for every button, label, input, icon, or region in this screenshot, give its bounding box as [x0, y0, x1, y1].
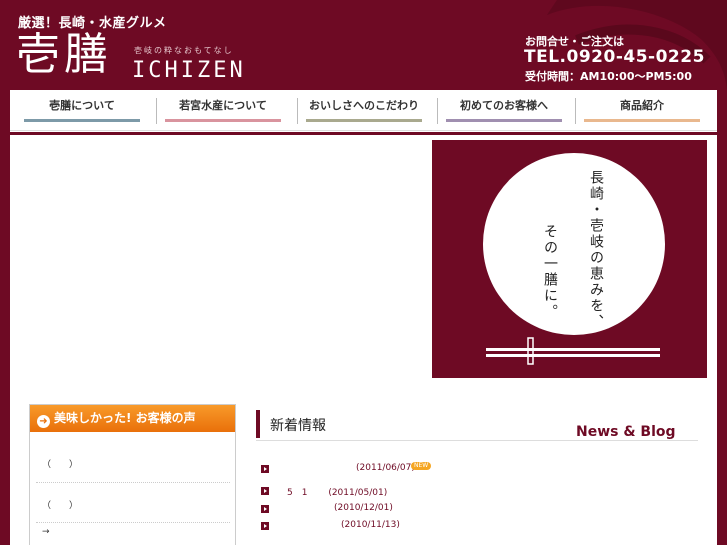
- news-item-text: 5 1 (2011/05/01): [287, 488, 388, 498]
- news-header-bar: [256, 410, 260, 438]
- nav-underline: [306, 119, 422, 122]
- hero-circle: [483, 153, 665, 365]
- chopstick-bottom-icon: [486, 354, 660, 357]
- customer-voice-panel: ➜ 美味しかった! お客様の声 （ ） （ ） →: [29, 404, 236, 545]
- new-badge: NEW: [411, 462, 432, 470]
- divider: [36, 522, 230, 524]
- nav-item-label: 初めてのお客様へ: [460, 99, 548, 112]
- bullet-arrow-icon: [261, 522, 269, 530]
- nav-item-label: 壱膳について: [49, 99, 115, 112]
- nav-underline: [24, 119, 140, 122]
- hero-text-line-1: 長崎・壱岐の恵みを、: [588, 170, 604, 330]
- nav-item-about-ichizen[interactable]: 壱膳について: [16, 96, 148, 126]
- news-item-text: (2010/11/13): [341, 520, 400, 530]
- nav-underline: [446, 119, 562, 122]
- news-item[interactable]: 5 1 (2011/05/01): [261, 484, 701, 500]
- bullet-arrow-icon: [261, 465, 269, 473]
- customer-voice-item[interactable]: （ ）: [42, 457, 78, 470]
- bullet-arrow-icon: [261, 505, 269, 513]
- divider: [36, 482, 230, 484]
- nav-item-about-wakamiya[interactable]: 若宮水産について: [157, 96, 289, 126]
- arrow-right-icon: ➜: [37, 415, 50, 428]
- hero-circle-shape: [483, 153, 665, 335]
- news-item[interactable]: (2011/06/07) NEW: [261, 462, 701, 478]
- customer-voice-header[interactable]: ➜ 美味しかった! お客様の声: [30, 405, 235, 432]
- nav-item-label: 商品紹介: [620, 99, 664, 112]
- nav-bottom-rule: [10, 132, 717, 135]
- chopstick-top-icon: [486, 348, 660, 351]
- news-item-text: (2011/06/07): [356, 463, 415, 473]
- news-header: 新着情報 News & Blog: [256, 406, 698, 441]
- customer-voice-item[interactable]: （ ）: [42, 498, 78, 511]
- nav-underline: [165, 119, 281, 122]
- logo[interactable]: 壱膳: [16, 30, 112, 80]
- nav-item-label: おいしさへのこだわり: [309, 99, 419, 112]
- news-subtitle: News & Blog: [576, 424, 676, 440]
- business-hours: 受付時間：AM10:00～PM5:00: [525, 70, 692, 83]
- global-nav: 壱膳について 若宮水産について おいしさへのこだわり 初めてのお客様へ 商品紹介: [10, 90, 717, 131]
- logo-subtitle: 壱岐の粋なおもてなし: [134, 46, 234, 55]
- nav-item-products[interactable]: 商品紹介: [576, 96, 708, 126]
- nav-item-first-time[interactable]: 初めてのお客様へ: [438, 96, 570, 126]
- news-item-text: (2010/12/01): [334, 503, 393, 513]
- nav-item-quality[interactable]: おいしさへのこだわり: [298, 96, 430, 126]
- main-content: 壱膳について 若宮水産について おいしさへのこだわり 初めてのお客様へ 商品紹介: [10, 90, 717, 545]
- site-header: 厳選！長崎・水産グルメ 壱膳 壱岐の粋なおもてなし ICHIZEN お問合せ・ご…: [0, 0, 727, 90]
- customer-voice-more-link[interactable]: →: [42, 527, 50, 537]
- phone-number: TEL.0920-45-0225: [524, 47, 705, 67]
- hero-banner: 長崎・壱岐の恵みを、 その一膳に。: [432, 140, 707, 378]
- news-title: 新着情報: [270, 418, 326, 434]
- news-item[interactable]: (2010/12/01): [261, 502, 701, 518]
- nav-underline: [584, 119, 700, 122]
- logo-roman[interactable]: ICHIZEN: [132, 58, 246, 83]
- customer-voice-title: 美味しかった! お客様の声: [54, 411, 196, 425]
- nav-item-label: 若宮水産について: [179, 99, 267, 112]
- hero-text-line-2: その一膳に。: [542, 224, 558, 320]
- news-item[interactable]: (2010/11/13): [261, 519, 701, 535]
- bullet-arrow-icon: [261, 487, 269, 495]
